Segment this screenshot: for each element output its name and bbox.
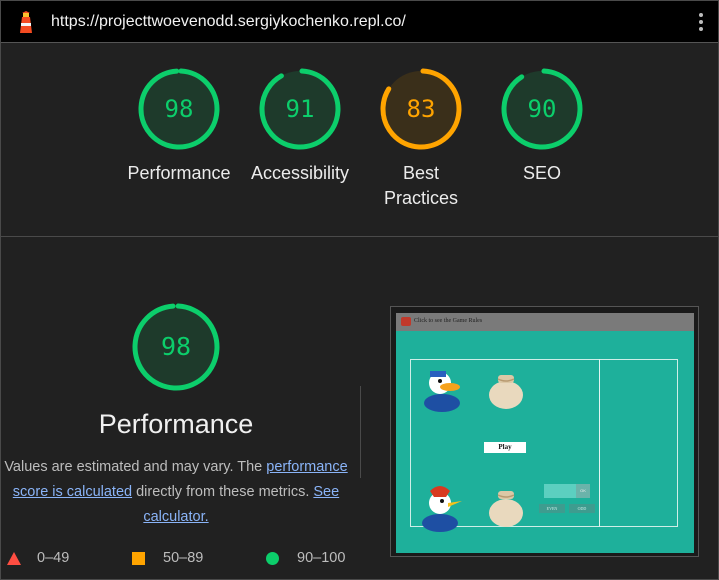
rules-icon: [401, 317, 411, 326]
final-screenshot[interactable]: Click to see the Game Rules Play OK EVEN…: [390, 306, 699, 557]
section-divider: [1, 236, 718, 237]
woody-woodpecker-image: [422, 486, 462, 532]
best-practices-score: 83: [406, 95, 436, 123]
desc-text-2: directly from these metrics.: [132, 484, 314, 500]
url-bar: https://projecttwoevenodd.sergiykochenko…: [1, 1, 718, 43]
desc-text-1: Values are estimated and may vary. The: [4, 459, 267, 475]
best-practices-label-line1: Best: [402, 163, 440, 183]
vertical-divider: [360, 386, 361, 478]
best-practices-label[interactable]: Best Practices: [356, 161, 486, 211]
performance-score: 98: [164, 95, 194, 123]
accessibility-gauge[interactable]: 91: [258, 67, 342, 151]
seo-gauge[interactable]: 90: [500, 67, 584, 151]
circle-icon: [266, 552, 279, 565]
game-rules-hint: Click to see the Game Rules: [414, 318, 483, 324]
odd-button: ODD: [569, 504, 595, 513]
even-button: EVEN: [539, 504, 565, 513]
money-bag-icon: [489, 491, 523, 527]
donald-duck-image: [424, 371, 460, 412]
performance-detail-score: 98: [160, 332, 192, 361]
legend-pass-range: 90–100: [297, 550, 346, 566]
best-practices-label-line2: Practices: [383, 188, 459, 208]
performance-gauge[interactable]: 98: [137, 67, 221, 151]
legend-fail-range: 0–49: [37, 550, 70, 566]
url-text[interactable]: https://projecttwoevenodd.sergiykochenko…: [51, 13, 406, 31]
play-button: Play: [484, 442, 526, 453]
legend-fail: 0–49: [7, 550, 87, 568]
performance-detail-gauge: 98: [131, 302, 221, 392]
legend-average-range: 50–89: [163, 550, 204, 566]
money-bag-icon: [489, 375, 523, 409]
seo-label[interactable]: SEO: [477, 161, 607, 186]
performance-label[interactable]: Performance: [114, 161, 244, 186]
performance-title: Performance: [98, 409, 254, 439]
kebab-menu-icon[interactable]: [697, 13, 705, 31]
ok-button: OK: [576, 484, 590, 498]
accessibility-label[interactable]: Accessibility: [235, 161, 365, 186]
legend-average: 50–89: [132, 550, 222, 568]
triangle-icon: [7, 552, 21, 565]
screenshot-image: Click to see the Game Rules Play OK EVEN…: [396, 313, 694, 553]
guess-input: [544, 484, 576, 498]
best-practices-gauge[interactable]: 83: [379, 67, 463, 151]
legend-pass: 90–100: [266, 550, 356, 568]
seo-score: 90: [527, 95, 557, 123]
accessibility-score: 91: [285, 95, 315, 123]
lighthouse-icon: [16, 11, 36, 33]
square-icon: [132, 552, 145, 565]
performance-description: Values are estimated and may vary. The p…: [1, 455, 351, 530]
board-divider: [599, 359, 600, 527]
screenshot-top-bar: Click to see the Game Rules: [396, 313, 694, 331]
